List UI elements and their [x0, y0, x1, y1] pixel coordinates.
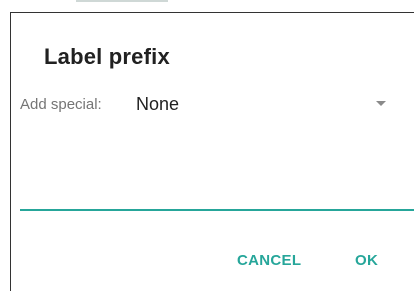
dialog-title: Label prefix [44, 44, 170, 69]
ok-button[interactable]: OK [355, 252, 378, 269]
screen: Label prefix Add special: None CANCEL OK [0, 0, 414, 291]
add-special-select[interactable]: None [136, 94, 179, 115]
cancel-button[interactable]: CANCEL [237, 252, 301, 269]
dialog-border-left [10, 12, 11, 291]
triangle-down-icon[interactable] [376, 101, 386, 106]
text-input-underline[interactable] [20, 209, 414, 211]
background-fragment [76, 0, 168, 2]
dialog-border-top [10, 12, 414, 13]
add-special-label: Add special: [20, 96, 102, 113]
